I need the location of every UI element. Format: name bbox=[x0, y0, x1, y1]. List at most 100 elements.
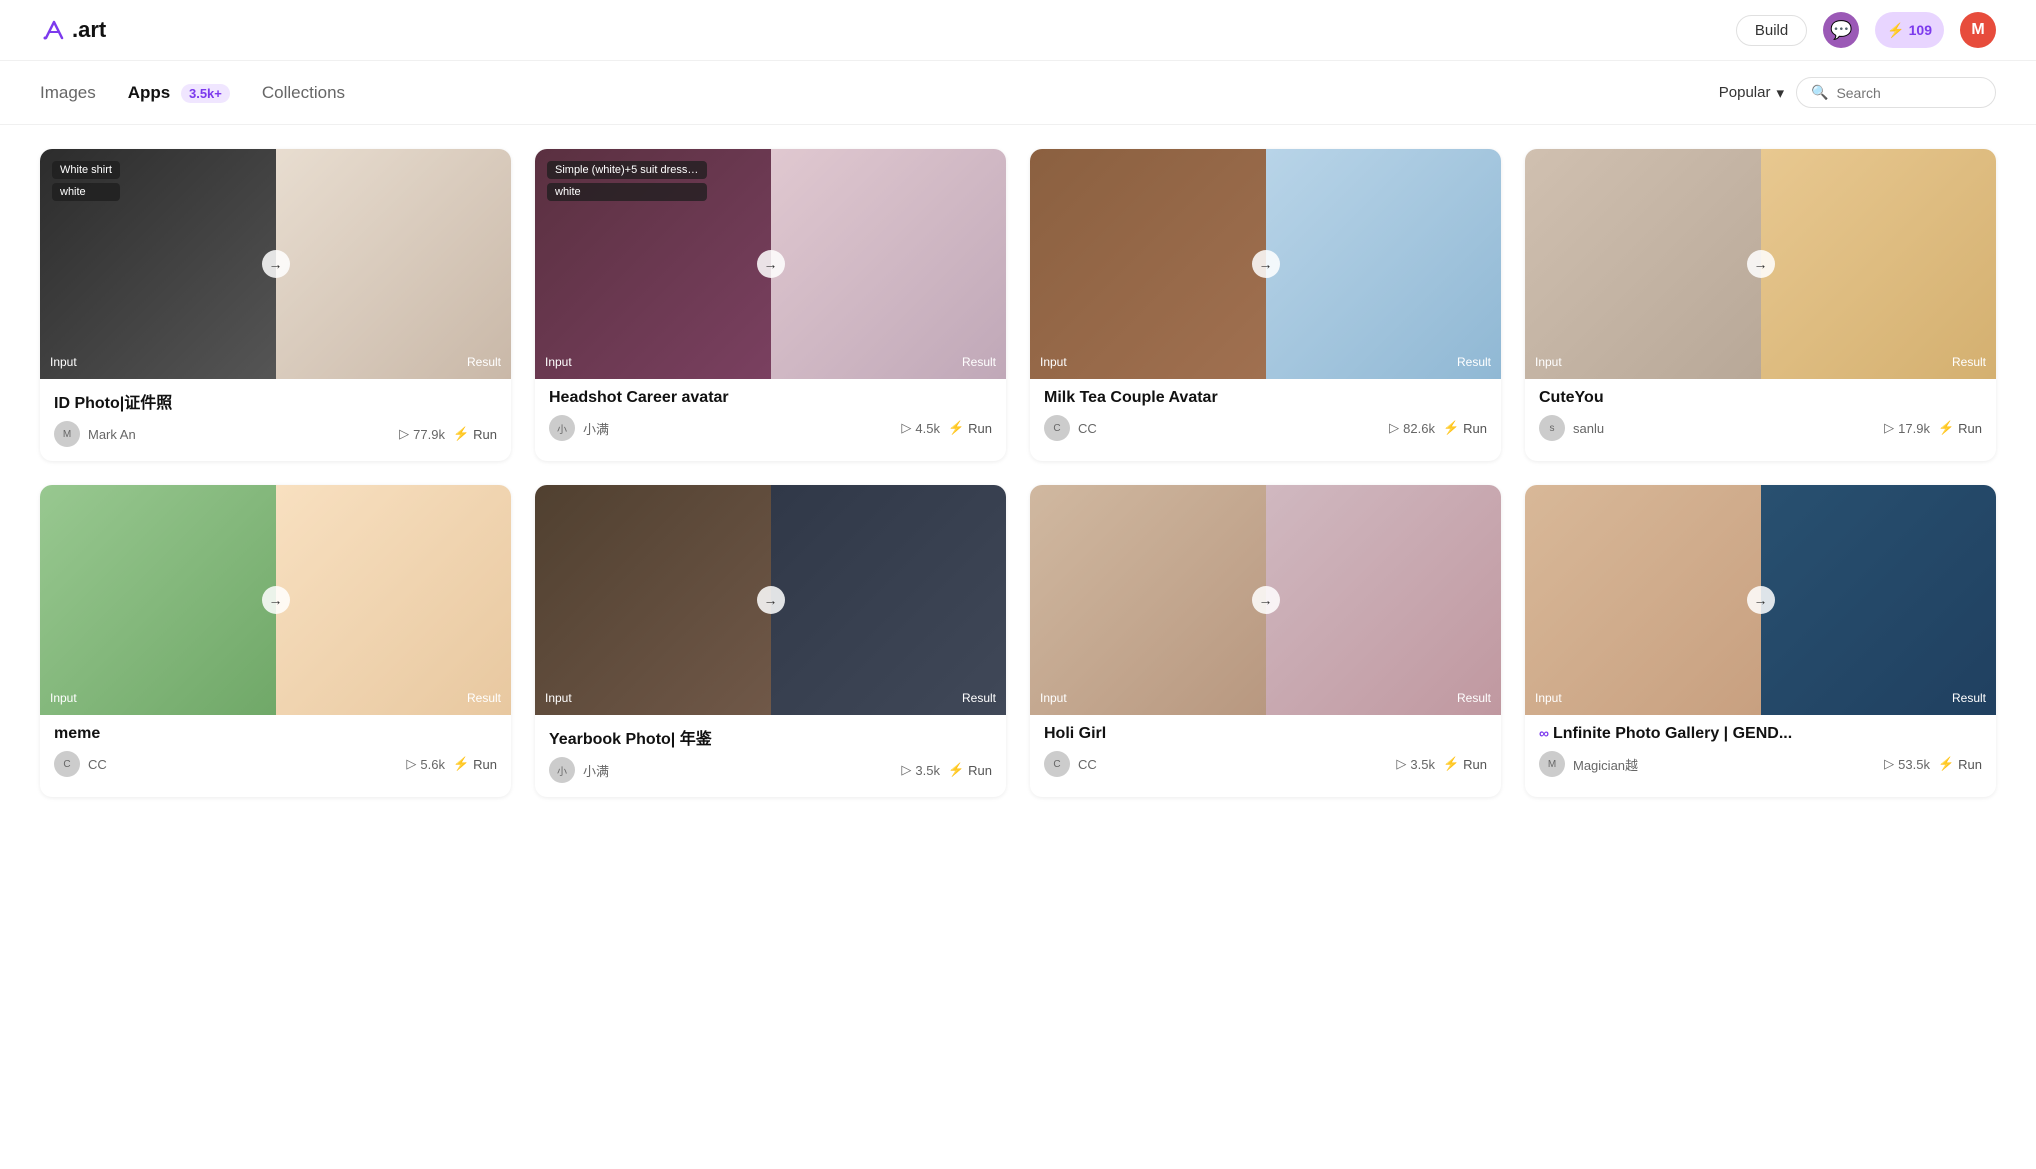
card-image: Simple (white)+5 suit dress with sleevel… bbox=[535, 149, 1006, 379]
run-button[interactable]: ⚡ Run bbox=[1443, 756, 1487, 772]
face-silhouette-right bbox=[771, 485, 1007, 715]
play-icon: ▷ bbox=[1884, 756, 1894, 772]
run-button[interactable]: ⚡ Run bbox=[1443, 420, 1487, 436]
nav: Images Apps 3.5k+ Collections Popular ▾ … bbox=[0, 61, 2036, 125]
card-milk-tea-couple[interactable]: → Input Result Milk Tea Couple Avatar C … bbox=[1030, 149, 1501, 461]
author-name: CC bbox=[1078, 421, 1381, 436]
author-name: sanlu bbox=[1573, 421, 1876, 436]
run-button[interactable]: ⚡ Run bbox=[948, 420, 992, 436]
card-info: CuteYou s sanlu ▷ 17.9k ⚡ Run bbox=[1525, 379, 1996, 455]
play-icon: ▷ bbox=[399, 426, 409, 442]
header-right: Build 💬 ⚡ 109 M bbox=[1736, 12, 1996, 48]
card-label-input: Input bbox=[545, 691, 572, 705]
card-title: CuteYou bbox=[1539, 389, 1982, 407]
nav-right: Popular ▾ 🔍 bbox=[1719, 77, 1996, 108]
card-image: → Input Result bbox=[1030, 485, 1501, 715]
author-name: Magician越 bbox=[1573, 755, 1876, 774]
nav-item-collections[interactable]: Collections bbox=[262, 83, 345, 103]
author-avatar: C bbox=[1044, 751, 1070, 777]
apps-grid: White shirt white → Input Result ID Phot… bbox=[0, 125, 2036, 821]
face-silhouette-left bbox=[535, 485, 771, 715]
card-headshot-career[interactable]: Simple (white)+5 suit dress with sleevel… bbox=[535, 149, 1006, 461]
search-box: 🔍 bbox=[1796, 77, 1996, 108]
nav-item-images[interactable]: Images bbox=[40, 83, 96, 103]
card-title: Headshot Career avatar bbox=[549, 389, 992, 407]
card-label-result: Result bbox=[1952, 691, 1986, 705]
card-meta: M Mark An ▷ 77.9k ⚡ Run bbox=[54, 421, 497, 447]
play-icon: ▷ bbox=[1396, 756, 1406, 772]
nav-item-apps[interactable]: Apps 3.5k+ bbox=[128, 83, 230, 103]
card-arrow-icon: → bbox=[1747, 586, 1775, 614]
search-input[interactable] bbox=[1836, 85, 1981, 101]
play-icon: ▷ bbox=[901, 762, 911, 778]
run-icon: ⚡ bbox=[948, 762, 964, 778]
card-info: meme C CC ▷ 5.6k ⚡ Run bbox=[40, 715, 511, 791]
card-cute-you[interactable]: → Input Result CuteYou s sanlu ▷ 17.9k ⚡… bbox=[1525, 149, 1996, 461]
build-button[interactable]: Build bbox=[1736, 15, 1807, 46]
play-icon: ▷ bbox=[406, 756, 416, 772]
card-arrow-icon: → bbox=[262, 586, 290, 614]
card-label-result: Result bbox=[1952, 355, 1986, 369]
run-icon: ⚡ bbox=[1938, 420, 1954, 436]
face-silhouette-right bbox=[1266, 485, 1502, 715]
card-arrow-icon: → bbox=[1252, 586, 1280, 614]
card-meme[interactable]: → Input Result meme C CC ▷ 5.6k ⚡ Run bbox=[40, 485, 511, 797]
run-button[interactable]: ⚡ Run bbox=[948, 762, 992, 778]
card-image: → Input Result bbox=[1525, 485, 1996, 715]
card-title: Yearbook Photo| 年鉴 bbox=[549, 725, 992, 749]
run-button[interactable]: ⚡ Run bbox=[453, 426, 497, 442]
face-silhouette-left bbox=[1525, 149, 1761, 379]
face-silhouette-right bbox=[276, 149, 512, 379]
card-label-result: Result bbox=[467, 355, 501, 369]
card-arrow-icon: → bbox=[757, 250, 785, 278]
face-silhouette-right bbox=[1266, 149, 1502, 379]
author-avatar: C bbox=[54, 751, 80, 777]
face-silhouette-right bbox=[276, 485, 512, 715]
card-image: White shirt white → Input Result bbox=[40, 149, 511, 379]
card-image-left bbox=[1030, 485, 1266, 715]
run-button[interactable]: ⚡ Run bbox=[1938, 756, 1982, 772]
card-label-result: Result bbox=[1457, 355, 1491, 369]
author-avatar: C bbox=[1044, 415, 1070, 441]
logo[interactable]: .art bbox=[40, 16, 106, 44]
card-image: → Input Result bbox=[1525, 149, 1996, 379]
card-id-photo[interactable]: White shirt white → Input Result ID Phot… bbox=[40, 149, 511, 461]
view-count: ▷ 3.5k bbox=[901, 762, 940, 778]
face-silhouette-left bbox=[1525, 485, 1761, 715]
card-tags: White shirt white bbox=[52, 161, 120, 201]
author-avatar: s bbox=[1539, 415, 1565, 441]
view-count: ▷ 4.5k bbox=[901, 420, 940, 436]
card-lnfinite-photo[interactable]: → Input Result ∞Lnfinite Photo Gallery |… bbox=[1525, 485, 1996, 797]
face-silhouette-left bbox=[1030, 149, 1266, 379]
run-button[interactable]: ⚡ Run bbox=[1938, 420, 1982, 436]
sort-button[interactable]: Popular ▾ bbox=[1719, 84, 1784, 102]
card-meta: M Magician越 ▷ 53.5k ⚡ Run bbox=[1539, 751, 1982, 777]
run-icon: ⚡ bbox=[453, 426, 469, 442]
card-label-result: Result bbox=[1457, 691, 1491, 705]
face-silhouette-right bbox=[1761, 149, 1997, 379]
card-image-right bbox=[1266, 149, 1502, 379]
card-image-right bbox=[771, 485, 1007, 715]
apps-badge: 3.5k+ bbox=[181, 84, 230, 103]
card-image-right bbox=[1761, 149, 1997, 379]
run-icon: ⚡ bbox=[948, 420, 964, 436]
run-icon: ⚡ bbox=[1443, 420, 1459, 436]
run-button[interactable]: ⚡ Run bbox=[453, 756, 497, 772]
author-avatar: 小 bbox=[549, 757, 575, 783]
user-avatar-button[interactable]: M bbox=[1960, 12, 1996, 48]
card-tag-2: white bbox=[52, 183, 120, 201]
chat-icon-button[interactable]: 💬 bbox=[1823, 12, 1859, 48]
infinite-icon: ∞ bbox=[1539, 725, 1549, 741]
lightning-count: 109 bbox=[1909, 22, 1932, 38]
run-icon: ⚡ bbox=[1443, 756, 1459, 772]
author-name: Mark An bbox=[88, 427, 391, 442]
card-image: → Input Result bbox=[1030, 149, 1501, 379]
card-meta: 小 小满 ▷ 4.5k ⚡ Run bbox=[549, 415, 992, 441]
card-tag-1: Simple (white)+5 suit dress with sleevel… bbox=[547, 161, 707, 179]
card-holi-girl[interactable]: → Input Result Holi Girl C CC ▷ 3.5k ⚡ R… bbox=[1030, 485, 1501, 797]
card-label-input: Input bbox=[50, 691, 77, 705]
card-yearbook-photo[interactable]: → Input Result Yearbook Photo| 年鉴 小 小满 ▷… bbox=[535, 485, 1006, 797]
play-icon: ▷ bbox=[901, 420, 911, 436]
lightning-count-button[interactable]: ⚡ 109 bbox=[1875, 12, 1944, 48]
card-image-right bbox=[1761, 485, 1997, 715]
